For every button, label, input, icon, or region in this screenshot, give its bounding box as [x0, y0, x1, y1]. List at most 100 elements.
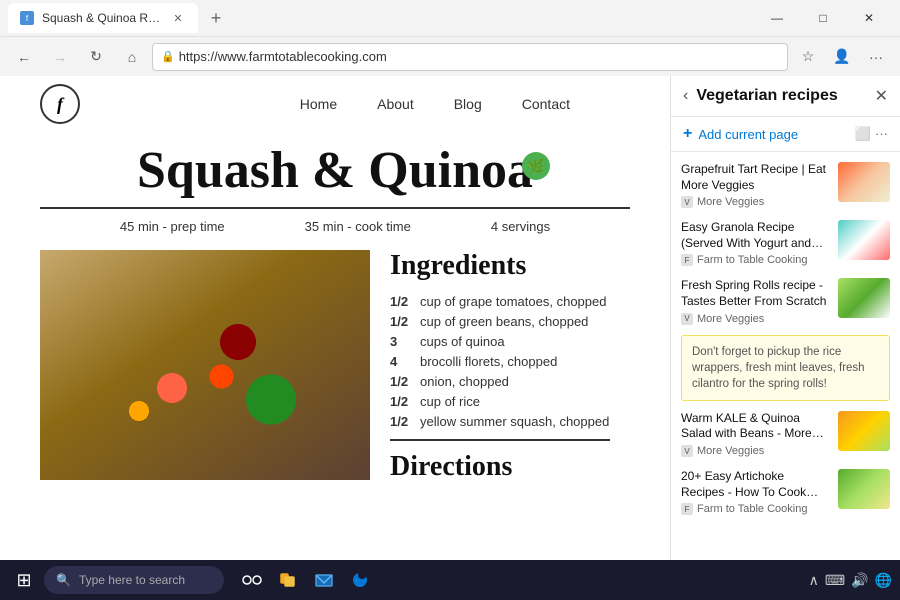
site-logo: f	[40, 84, 80, 124]
sidebar-icon-1[interactable]: ⬜	[855, 126, 871, 142]
recipe-title-area: Squash & Quinoa 🌿	[40, 132, 630, 209]
ingredient-qty: 1/2	[390, 394, 420, 409]
ingredients-divider	[390, 439, 610, 441]
title-bar: f Squash & Quinoa Recipe ✕ + — □ ✕	[0, 0, 900, 36]
nav-contact[interactable]: Contact	[522, 96, 570, 112]
list-item[interactable]: 20+ Easy Artichoke Recipes - How To Cook…	[671, 463, 900, 521]
bookmark-info: Fresh Spring Rolls recipe - Tastes Bette…	[681, 278, 830, 324]
task-view-icon	[242, 570, 262, 590]
source-favicon: F	[681, 503, 693, 515]
keyboard-icon[interactable]: ⌨	[825, 572, 845, 589]
tab-close-button[interactable]: ✕	[170, 10, 186, 26]
recipe-page: Squash & Quinoa 🌿 45 min - prep time 35 …	[0, 132, 670, 483]
bookmark-thumbnail	[838, 220, 890, 260]
ingredient-qty: 3	[390, 334, 420, 349]
source-name: Farm to Table Cooking	[697, 254, 807, 266]
maximize-button[interactable]: □	[800, 3, 846, 33]
chevron-up-icon[interactable]: ∧	[809, 572, 819, 589]
ingredient-qty: 1/2	[390, 414, 420, 429]
sidebar-back-button[interactable]: ‹	[683, 87, 688, 105]
ingredient-qty: 1/2	[390, 314, 420, 329]
note-box: Don't forget to pickup the rice wrappers…	[681, 335, 890, 401]
recipe-image-visual	[40, 250, 370, 480]
list-item[interactable]: Fresh Spring Rolls recipe - Tastes Bette…	[671, 272, 900, 330]
list-item: 1/2onion, chopped	[390, 374, 610, 389]
list-item: 4brocolli florets, chopped	[390, 354, 610, 369]
bookmark-thumbnail	[838, 411, 890, 451]
source-favicon: F	[681, 254, 693, 266]
mail-icon	[314, 570, 334, 590]
favorites-button[interactable]: ☆	[792, 41, 824, 73]
bookmark-source: F Farm to Table Cooking	[681, 503, 830, 515]
site-nav: Home About Blog Contact	[300, 96, 570, 112]
tab-title: Squash & Quinoa Recipe	[42, 11, 162, 25]
website: f Home About Blog Contact Squash & Quino…	[0, 76, 670, 600]
menu-button[interactable]: ···	[860, 41, 892, 73]
taskbar-task-view[interactable]	[236, 564, 268, 596]
site-header: f Home About Blog Contact	[0, 76, 670, 132]
ingredient-list: 1/2cup of grape tomatoes, chopped1/2cup …	[390, 294, 610, 429]
window-controls: — □ ✕	[754, 3, 892, 33]
sidebar-close-button[interactable]: ✕	[875, 86, 888, 106]
list-item: 1/2cup of rice	[390, 394, 610, 409]
ingredient-text: cup of grape tomatoes, chopped	[420, 294, 610, 309]
taskbar-edge[interactable]	[344, 564, 376, 596]
nav-about[interactable]: About	[377, 96, 414, 112]
search-icon: 🔍	[56, 573, 71, 587]
ingredient-text: brocolli florets, chopped	[420, 354, 610, 369]
bookmark-source: V More Veggies	[681, 445, 830, 457]
taskbar-search-box[interactable]: 🔍 Type here to search	[44, 566, 224, 594]
network-icon[interactable]: 🌐	[875, 572, 892, 589]
ingredient-text: yellow summer squash, chopped	[420, 414, 610, 429]
nav-home[interactable]: Home	[300, 96, 337, 112]
sidebar-more-button[interactable]: ···	[875, 126, 888, 142]
sidebar-title: Vegetarian recipes	[696, 87, 866, 105]
back-button[interactable]: ←	[8, 41, 40, 73]
nav-blog[interactable]: Blog	[454, 96, 482, 112]
minimize-button[interactable]: —	[754, 3, 800, 33]
taskbar-files[interactable]	[272, 564, 304, 596]
new-tab-button[interactable]: +	[202, 4, 230, 32]
bookmark-title: Warm KALE & Quinoa Salad with Beans - Mo…	[681, 411, 830, 442]
bookmark-title: 20+ Easy Artichoke Recipes - How To Cook…	[681, 469, 830, 500]
bookmark-title: Fresh Spring Rolls recipe - Tastes Bette…	[681, 278, 830, 309]
list-item: 1/2yellow summer squash, chopped	[390, 414, 610, 429]
sidebar-items: Grapefruit Tart Recipe | Eat More Veggie…	[671, 152, 900, 600]
ingredient-text: cups of quinoa	[420, 334, 610, 349]
home-button[interactable]: ⌂	[116, 41, 148, 73]
volume-icon[interactable]: 🔊	[851, 572, 868, 589]
recipe-body: Ingredients 1/2cup of grape tomatoes, ch…	[40, 250, 630, 483]
list-item[interactable]: Grapefruit Tart Recipe | Eat More Veggie…	[671, 156, 900, 214]
recipe-ingredients: Ingredients 1/2cup of grape tomatoes, ch…	[370, 250, 630, 483]
source-name: More Veggies	[697, 313, 764, 325]
bookmark-source: F Farm to Table Cooking	[681, 254, 830, 266]
ingredient-text: cup of green beans, chopped	[420, 314, 610, 329]
lock-icon: 🔒	[161, 50, 175, 63]
sidebar-add-bar[interactable]: + Add current page ⬜ ···	[671, 117, 900, 152]
bookmark-info: 20+ Easy Artichoke Recipes - How To Cook…	[681, 469, 830, 515]
refresh-button[interactable]: ↻	[80, 41, 112, 73]
servings: 4 servings	[491, 219, 550, 234]
bookmark-info: Warm KALE & Quinoa Salad with Beans - Mo…	[681, 411, 830, 457]
logo-letter: f	[57, 94, 63, 115]
start-button[interactable]: ⊞	[8, 564, 40, 596]
nav-actions: ☆ 👤 ···	[792, 41, 892, 73]
system-tray: ∧ ⌨ 🔊 🌐	[809, 572, 892, 589]
plus-icon: +	[683, 125, 692, 143]
list-item: 1/2cup of green beans, chopped	[390, 314, 610, 329]
bookmark-info: Grapefruit Tart Recipe | Eat More Veggie…	[681, 162, 830, 208]
prep-time: 45 min - prep time	[120, 219, 225, 234]
taskbar-mail[interactable]	[308, 564, 340, 596]
list-item[interactable]: Easy Granola Recipe (Served With Yogurt …	[671, 214, 900, 272]
forward-button[interactable]: →	[44, 41, 76, 73]
source-name: Farm to Table Cooking	[697, 503, 807, 515]
browser-window: f Squash & Quinoa Recipe ✕ + — □ ✕ ← → ↻…	[0, 0, 900, 76]
ingredient-qty: 1/2	[390, 374, 420, 389]
url-text: https://www.farmtotablecooking.com	[179, 49, 387, 64]
edge-icon	[350, 570, 370, 590]
profile-button[interactable]: 👤	[826, 41, 858, 73]
list-item[interactable]: Warm KALE & Quinoa Salad with Beans - Mo…	[671, 405, 900, 463]
address-bar[interactable]: 🔒 https://www.farmtotablecooking.com	[152, 43, 788, 71]
close-button[interactable]: ✕	[846, 3, 892, 33]
browser-tab[interactable]: f Squash & Quinoa Recipe ✕	[8, 3, 198, 33]
